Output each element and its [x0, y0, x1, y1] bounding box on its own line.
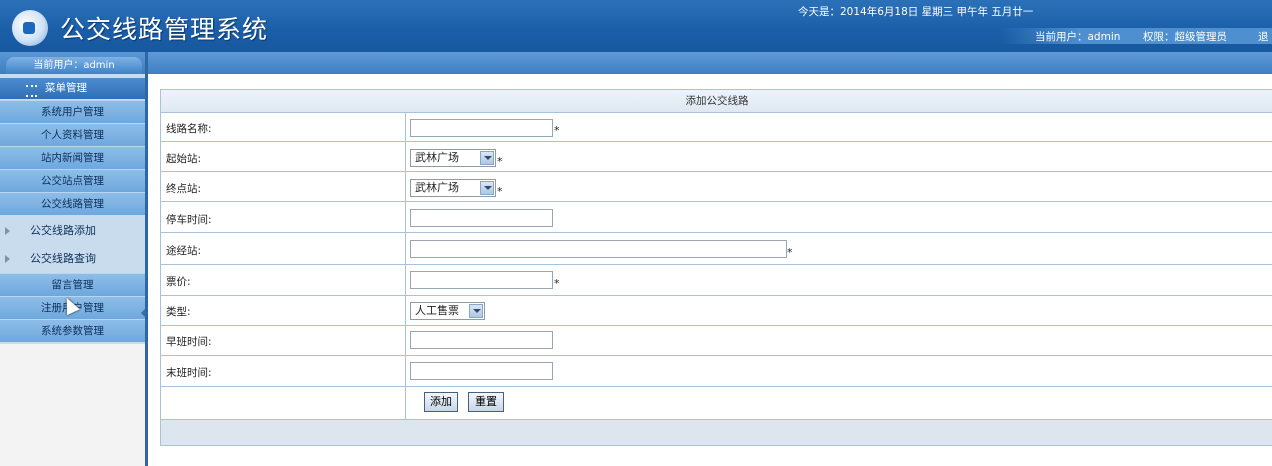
- start-station-select[interactable]: 武林广场: [410, 149, 496, 167]
- end-station-select[interactable]: 武林广场: [410, 179, 496, 197]
- form-title: 添加公交线路: [161, 90, 1272, 113]
- last-bus-label: 末班时间:: [166, 367, 212, 379]
- form-row-fare: 票价: *: [161, 265, 1272, 296]
- logo-icon: [12, 10, 48, 46]
- sub-item-label: 公交线路查询: [30, 252, 96, 265]
- end-station-label: 终点站:: [166, 183, 202, 195]
- last-bus-input[interactable]: [410, 362, 553, 380]
- form-row-via-stations: 途经站: *: [161, 233, 1272, 265]
- sidebar-item-messages[interactable]: 留言管理: [0, 273, 145, 296]
- menu-header[interactable]: 菜单管理: [0, 78, 145, 99]
- via-stations-label: 途经站:: [166, 245, 202, 257]
- required-mark: *: [554, 124, 560, 137]
- chevron-down-icon: [480, 151, 494, 165]
- sub-item-query-route[interactable]: 公交线路查询: [0, 246, 145, 272]
- arrow-right-icon: [5, 255, 10, 263]
- route-name-input[interactable]: [410, 119, 553, 137]
- type-select[interactable]: 人工售票: [410, 302, 485, 320]
- form-row-stop-time: 停车时间:: [161, 202, 1272, 233]
- end-station-value: 武林广场: [415, 181, 459, 194]
- sub-item-add-route[interactable]: 公交线路添加: [0, 218, 145, 244]
- add-button[interactable]: 添加: [424, 392, 458, 412]
- sidebar: 当前用户：admin 菜单管理 系统用户管理 个人资料管理 站内新闻管理 公交站…: [0, 52, 145, 466]
- reset-button[interactable]: 重置: [468, 392, 504, 412]
- required-mark: *: [497, 185, 503, 198]
- chevron-down-icon: [469, 304, 483, 318]
- menu-icon: [26, 85, 37, 97]
- sidebar-current-user: 当前用户：admin: [6, 57, 142, 74]
- required-mark: *: [787, 246, 793, 259]
- current-user-label: 当前用户：admin: [1035, 31, 1121, 43]
- form-row-buttons: 添加 重置: [161, 387, 1272, 420]
- chevron-down-icon: [480, 181, 494, 195]
- sidebar-item-routes[interactable]: 公交线路管理: [0, 192, 145, 215]
- logout-link[interactable]: 退: [1258, 29, 1269, 44]
- fare-label: 票价:: [166, 276, 191, 288]
- form-row-last-bus: 末班时间:: [161, 356, 1272, 387]
- arrow-right-icon: [5, 227, 10, 235]
- route-name-label: 线路名称:: [166, 123, 212, 135]
- sidebar-divider[interactable]: [145, 52, 148, 466]
- stop-time-label: 停车时间:: [166, 214, 212, 226]
- app-header: 公交线路管理系统 今天是：2014年6月18日 星期三 甲午年 五月廿一 当前用…: [0, 0, 1272, 52]
- sidebar-item-news[interactable]: 站内新闻管理: [0, 146, 145, 169]
- sidebar-top-bar: 当前用户：admin: [0, 52, 145, 74]
- via-stations-input[interactable]: [410, 240, 787, 258]
- sidebar-empty-area: [0, 344, 145, 466]
- form-row-first-bus: 早班时间:: [161, 326, 1272, 356]
- required-mark: *: [497, 155, 503, 168]
- header-date: 今天是：2014年6月18日 星期三 甲午年 五月廿一: [798, 6, 1034, 18]
- start-station-label: 起始站:: [166, 153, 202, 165]
- start-station-value: 武林广场: [415, 151, 459, 164]
- form-row-type: 类型: 人工售票: [161, 296, 1272, 326]
- stop-time-input[interactable]: [410, 209, 553, 227]
- sub-item-label: 公交线路添加: [30, 224, 96, 237]
- content-top-bar: [148, 52, 1272, 74]
- required-mark: *: [554, 277, 560, 290]
- sidebar-item-system-params[interactable]: 系统参数管理: [0, 319, 145, 342]
- app-title: 公交线路管理系统: [60, 15, 269, 44]
- permission-label: 权限：超级管理员: [1143, 31, 1227, 43]
- menu-header-label: 菜单管理: [45, 82, 87, 94]
- first-bus-label: 早班时间:: [166, 336, 212, 348]
- sidebar-item-stations[interactable]: 公交站点管理: [0, 169, 145, 192]
- add-route-form: 添加公交线路 线路名称: * 起始站: 武林广场 * 终点站: 武林广场 * 停…: [160, 89, 1272, 446]
- sidebar-item-profile[interactable]: 个人资料管理: [0, 123, 145, 146]
- fare-input[interactable]: [410, 271, 553, 289]
- form-row-start-station: 起始站: 武林广场 *: [161, 142, 1272, 172]
- form-row-route-name: 线路名称: *: [161, 113, 1272, 142]
- type-label: 类型:: [166, 306, 191, 318]
- sidebar-item-system-users[interactable]: 系统用户管理: [0, 100, 145, 123]
- first-bus-input[interactable]: [410, 331, 553, 349]
- type-value: 人工售票: [415, 304, 459, 317]
- form-row-end-station: 终点站: 武林广场 *: [161, 172, 1272, 202]
- header-user-bar: 当前用户：admin 权限：超级管理员 退: [1000, 28, 1272, 44]
